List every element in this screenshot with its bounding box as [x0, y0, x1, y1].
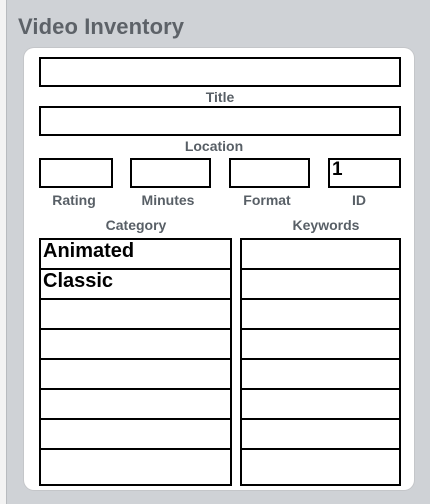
- location-field[interactable]: [39, 106, 401, 136]
- category-row[interactable]: [41, 330, 230, 360]
- category-row[interactable]: Classic: [41, 270, 230, 300]
- keywords-row[interactable]: [242, 240, 399, 270]
- keywords-row[interactable]: [242, 390, 399, 420]
- keywords-row[interactable]: [242, 270, 399, 300]
- keywords-row[interactable]: [242, 300, 399, 330]
- category-row[interactable]: [41, 360, 230, 390]
- keywords-row[interactable]: [242, 450, 399, 478]
- id-field[interactable]: 1: [328, 158, 401, 188]
- category-row[interactable]: [41, 450, 230, 478]
- category-label: Category: [105, 217, 167, 233]
- record-card: Title Location 1 Rating Minutes Format I…: [24, 48, 414, 490]
- keywords-list: [240, 238, 401, 486]
- keywords-row[interactable]: [242, 420, 399, 450]
- id-label: ID: [352, 192, 366, 208]
- category-item: Animated: [43, 240, 135, 262]
- rating-field[interactable]: [39, 158, 113, 188]
- title-label: Title: [205, 89, 235, 105]
- format-label: Format: [243, 192, 291, 208]
- category-row[interactable]: [41, 420, 230, 450]
- keywords-label: Keywords: [292, 217, 360, 233]
- minutes-field[interactable]: [130, 158, 211, 188]
- keywords-row[interactable]: [242, 360, 399, 390]
- page-title: Video Inventory: [18, 14, 185, 39]
- rating-label: Rating: [52, 192, 96, 208]
- title-field[interactable]: [39, 57, 401, 87]
- category-row[interactable]: [41, 390, 230, 420]
- category-row[interactable]: Animated: [41, 240, 230, 270]
- category-item: Classic: [43, 270, 114, 292]
- category-list: Animated Classic: [39, 238, 232, 486]
- minutes-label: Minutes: [141, 192, 195, 208]
- format-field[interactable]: [229, 158, 310, 188]
- id-value: 1: [332, 159, 343, 180]
- keywords-row[interactable]: [242, 330, 399, 360]
- category-row[interactable]: [41, 300, 230, 330]
- location-label: Location: [184, 138, 244, 154]
